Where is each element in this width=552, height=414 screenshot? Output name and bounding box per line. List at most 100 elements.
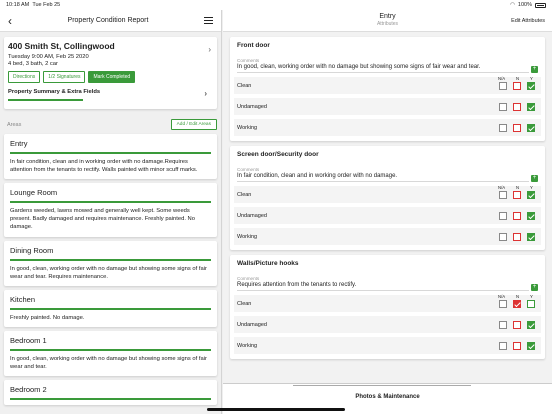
attribute-label: Clean: [237, 300, 252, 307]
chevron-right-icon: ›: [208, 45, 211, 54]
checkbox-na[interactable]: [499, 123, 507, 132]
checkbox-n[interactable]: N: [513, 185, 521, 199]
checkbox-n[interactable]: [513, 123, 521, 132]
section-title: Screen door/Security door: [237, 151, 319, 158]
area-card[interactable]: Lounge Room Gardens weeded, lawns mowed a…: [4, 183, 217, 237]
checkbox-na[interactable]: [499, 211, 507, 220]
checkbox-y[interactable]: Y: [527, 294, 535, 308]
checkbox-n[interactable]: N: [513, 294, 521, 308]
checkbox-n[interactable]: [513, 102, 521, 111]
attribute-label: Undamaged: [237, 321, 267, 328]
back-chevron-icon[interactable]: ‹: [8, 15, 12, 27]
checkbox-na[interactable]: [499, 102, 507, 111]
area-subtitle: Attributes: [376, 21, 399, 27]
summary-progress-bar: [8, 99, 83, 101]
battery-percent: 100%: [517, 2, 532, 8]
attributes-navbar: Entry Attributes Edit Attributes: [223, 10, 552, 32]
section-title: Front door: [237, 42, 270, 49]
checkbox-y[interactable]: Y: [527, 185, 535, 199]
area-progress-bar: [10, 258, 211, 261]
directions-button[interactable]: Directions: [8, 71, 41, 83]
comment-field[interactable]: Requires attention from the tenants to r…: [237, 282, 529, 291]
attribute-label: Working: [237, 342, 258, 349]
attribute-section: Screen door/Security door Comments In fair…: [230, 146, 545, 250]
area-name: Dining Room: [10, 245, 54, 255]
column-header: N/A: [498, 75, 506, 81]
property-summary-label: Property Summary & Extra Fields: [8, 89, 101, 95]
section-title: Walls/Picture hooks: [237, 260, 299, 267]
area-name: Bedroom 1: [10, 335, 47, 345]
area-name: Kitchen: [10, 294, 36, 304]
status-bar: 10:18 AM Tue Feb 25 ◠ 100%: [0, 0, 552, 10]
menu-icon[interactable]: [204, 17, 213, 24]
checkbox-na[interactable]: [499, 341, 507, 350]
attribute-row: Undamaged: [234, 98, 541, 115]
signatures-button[interactable]: 1/2 Signatures: [43, 71, 86, 83]
checkbox-n[interactable]: [513, 320, 521, 329]
checkbox-y[interactable]: [527, 341, 535, 350]
checkbox-n[interactable]: N: [513, 76, 521, 90]
add-comment-icon[interactable]: +: [531, 66, 538, 73]
report-panel: ‹ Property Condition Report 400 Smith St…: [0, 10, 222, 414]
property-rooms: 4 bed, 3 bath, 2 car: [8, 61, 58, 67]
edit-attributes-button[interactable]: Edit Attributes: [511, 18, 545, 24]
comment-field[interactable]: In fair condition, clean and in working …: [237, 173, 529, 182]
area-card[interactable]: Entry In fair condition, clean and in wor…: [4, 134, 217, 180]
add-comment-icon[interactable]: +: [531, 175, 538, 182]
area-card[interactable]: Bedroom 2: [4, 380, 217, 406]
drag-handle[interactable]: [293, 385, 471, 386]
checkbox-y[interactable]: [527, 123, 535, 132]
attribute-row: Clean N/A N Y: [234, 76, 541, 94]
wifi-icon: ◠: [510, 2, 515, 8]
attribute-row: Undamaged: [234, 316, 541, 333]
attribute-label: Undamaged: [237, 212, 267, 219]
area-name: Lounge Room: [10, 188, 58, 198]
column-header: N: [516, 75, 520, 81]
report-title: Property Condition Report: [67, 17, 149, 24]
area-progress-bar: [10, 398, 211, 401]
attribute-sections: Front door Comments In good, clean, workin…: [223, 37, 552, 359]
comment-field[interactable]: In good, clean, working order with no da…: [237, 64, 529, 73]
area-progress-bar: [10, 201, 211, 204]
areas-list: Entry In fair condition, clean and in wor…: [0, 134, 221, 406]
attribute-label: Clean: [237, 191, 252, 198]
chevron-right-icon: ›: [204, 89, 207, 98]
area-description: In fair condition, clean and in working …: [10, 159, 198, 174]
add-comment-icon[interactable]: +: [531, 284, 538, 291]
column-header: N/A: [498, 293, 506, 299]
attribute-label: Working: [237, 124, 258, 131]
property-summary-link[interactable]: Property Summary & Extra Fields ›: [8, 89, 213, 105]
status-time: 10:18 AM: [6, 2, 30, 8]
checkbox-na[interactable]: N/A: [498, 76, 507, 90]
areas-label: Areas: [7, 121, 22, 128]
mark-completed-button[interactable]: Mark Completed: [88, 71, 136, 83]
area-card[interactable]: Kitchen Freshly painted. No damage.: [4, 289, 217, 327]
column-header: N/A: [498, 184, 506, 190]
checkbox-y[interactable]: [527, 211, 535, 220]
attribute-row: Working: [234, 228, 541, 245]
attribute-label: Clean: [237, 82, 252, 89]
checkbox-na[interactable]: [499, 232, 507, 241]
checkbox-y[interactable]: [527, 320, 535, 329]
property-card[interactable]: 400 Smith St, Collingwood › Tuesday 9:00…: [4, 37, 217, 109]
checkbox-na[interactable]: N/A: [498, 185, 507, 199]
attribute-row: Undamaged: [234, 207, 541, 224]
area-card[interactable]: Bedroom 1 In good, clean, working order w…: [4, 330, 217, 377]
area-description: In good, clean, working order with no da…: [10, 355, 207, 370]
attribute-row: Clean N/A N Y: [234, 294, 541, 312]
checkbox-n[interactable]: [513, 211, 521, 220]
attribute-label: Working: [237, 233, 258, 240]
photos-maintenance-label: Photos & Maintenance: [355, 394, 420, 400]
checkbox-na[interactable]: N/A: [498, 294, 507, 308]
checkbox-y[interactable]: Y: [527, 76, 535, 90]
area-name: Entry: [10, 139, 28, 148]
checkbox-n[interactable]: [513, 232, 521, 241]
checkbox-y[interactable]: [527, 232, 535, 241]
checkbox-y[interactable]: [527, 102, 535, 111]
area-description: Freshly painted. No damage.: [10, 314, 85, 321]
checkbox-na[interactable]: [499, 320, 507, 329]
add-edit-areas-button[interactable]: Add / Edit Areas: [170, 119, 217, 130]
checkbox-n[interactable]: [513, 341, 521, 350]
area-card[interactable]: Dining Room In good, clean, working order…: [4, 240, 217, 286]
area-name: Bedroom 2: [10, 385, 47, 395]
